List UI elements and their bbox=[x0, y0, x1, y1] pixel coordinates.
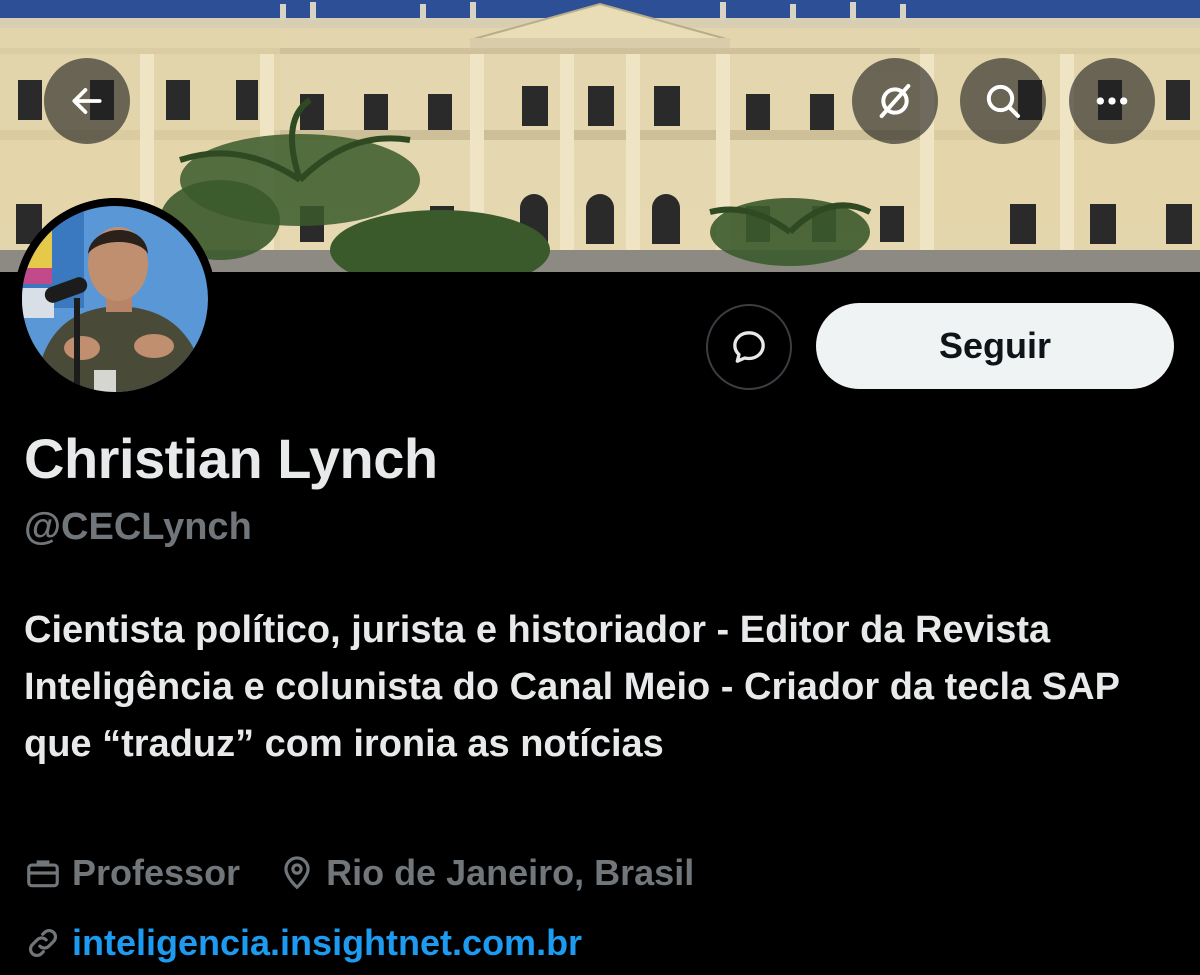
more-button[interactable] bbox=[1069, 58, 1155, 144]
occupation-item: Professor bbox=[24, 852, 240, 894]
grok-icon bbox=[879, 84, 911, 118]
profile-meta: Professor Rio de Janeiro, Brasil bbox=[24, 850, 694, 896]
occupation-text: Professor bbox=[72, 852, 241, 893]
website-link[interactable]: inteligencia.insightnet.com.br bbox=[72, 922, 582, 964]
back-button[interactable] bbox=[44, 58, 130, 144]
location-pin-icon bbox=[284, 856, 310, 890]
avatar-photo bbox=[14, 198, 216, 400]
website-item[interactable]: inteligencia.insightnet.com.br bbox=[24, 920, 582, 966]
message-bubble-icon bbox=[733, 331, 765, 363]
location-text: Rio de Janeiro, Brasil bbox=[326, 852, 695, 893]
profile-bio: Cientista político, jurista e historiado… bbox=[24, 609, 1120, 765]
briefcase-icon bbox=[27, 860, 59, 888]
more-dots-icon bbox=[1096, 97, 1128, 105]
search-icon bbox=[986, 84, 1020, 118]
profile-handle: @CECLynch bbox=[24, 506, 252, 548]
location-item: Rio de Janeiro, Brasil bbox=[278, 852, 694, 894]
profile-avatar[interactable] bbox=[14, 198, 216, 400]
profile-name: Christian Lynch bbox=[24, 427, 438, 490]
grok-button[interactable] bbox=[852, 58, 938, 144]
link-icon bbox=[29, 929, 57, 957]
arrow-left-icon bbox=[72, 88, 102, 114]
search-button[interactable] bbox=[960, 58, 1046, 144]
message-button[interactable] bbox=[706, 304, 792, 390]
follow-button[interactable]: Seguir bbox=[816, 303, 1174, 389]
